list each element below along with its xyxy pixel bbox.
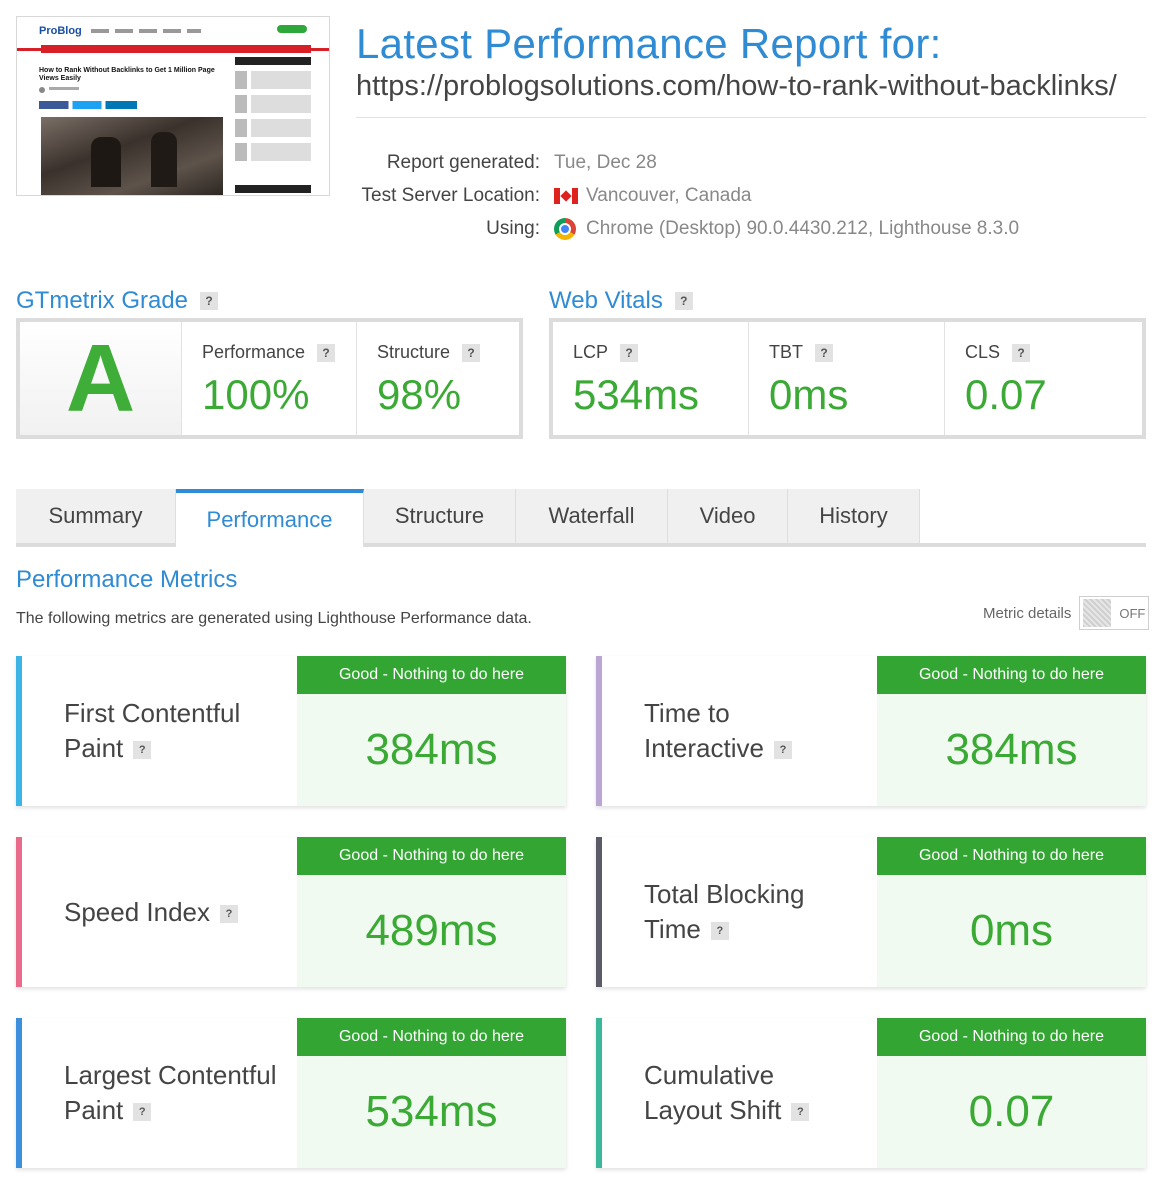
- metric-name-line2: Time: [644, 914, 701, 944]
- help-icon[interactable]: ?: [710, 922, 729, 941]
- tab-waterfall[interactable]: Waterfall: [516, 489, 668, 543]
- using-value: Chrome (Desktop) 90.0.4430.212, Lighthou…: [586, 217, 1020, 239]
- help-icon[interactable]: ?: [317, 343, 336, 362]
- tbt-label: TBT: [769, 342, 803, 362]
- help-icon[interactable]: ?: [791, 1103, 810, 1122]
- lcp-vital: LCP? 534ms: [553, 322, 749, 435]
- metric-value: 534ms: [297, 1056, 566, 1168]
- help-icon[interactable]: ?: [815, 343, 833, 362]
- metric-value: 0ms: [877, 875, 1146, 987]
- tab-history[interactable]: History: [788, 489, 920, 543]
- tbt-value: 0ms: [769, 371, 849, 418]
- thumbnail-share-buttons: [39, 101, 137, 109]
- help-icon[interactable]: ?: [133, 1103, 152, 1122]
- metric-value: 489ms: [297, 875, 566, 987]
- metric-name-line2: Interactive: [644, 733, 764, 763]
- tbt-vital: TBT? 0ms: [749, 322, 945, 435]
- help-icon[interactable]: ?: [620, 343, 639, 362]
- report-tabs: Summary Performance Structure Waterfall …: [16, 489, 1146, 547]
- test-server-value: Vancouver, Canada: [586, 184, 752, 206]
- header-divider: [356, 117, 1146, 118]
- lcp-label: LCP: [573, 342, 609, 362]
- cls-vital: CLS? 0.07: [945, 322, 1142, 435]
- metric-details-label: Metric details: [983, 604, 1072, 622]
- metric-status-badge: Good - Nothing to do here: [297, 1018, 566, 1056]
- help-icon[interactable]: ?: [133, 741, 152, 760]
- metric-card-cumulative-layout-shift: Cumulative Layout Shift? Good - Nothing t…: [596, 1018, 1146, 1168]
- test-server-label: Test Server Location:: [361, 184, 540, 206]
- thumbnail-nav-button: [277, 25, 307, 33]
- metric-value: 0.07: [877, 1056, 1146, 1168]
- metric-card-first-contentful-paint: First Contentful Paint? Good - Nothing to…: [16, 656, 566, 806]
- report-meta: Report generated: Tue, Dec 28 Test Serve…: [300, 146, 1140, 245]
- thumbnail-logo: ProBlog: [39, 25, 82, 37]
- performance-metrics-subtitle: The following metrics are generated usin…: [16, 610, 532, 627]
- thumbnail-nav: [91, 29, 201, 33]
- using-label: Using:: [486, 217, 540, 239]
- canada-flag-icon: [554, 187, 578, 204]
- structure-value: 98%: [377, 371, 462, 418]
- metric-status-badge: Good - Nothing to do here: [877, 1018, 1146, 1056]
- gtmetrix-grade-panel: A Performance? 100% Structure? 98%: [16, 318, 523, 439]
- metric-details-toggle[interactable]: OFF: [1079, 596, 1150, 630]
- metric-name: Time to: [644, 698, 730, 728]
- metric-status-badge: Good - Nothing to do here: [297, 656, 566, 694]
- tab-video[interactable]: Video: [668, 489, 788, 543]
- performance-value: 100%: [202, 371, 310, 418]
- chrome-icon: [554, 217, 576, 240]
- cls-value: 0.07: [965, 371, 1047, 418]
- metric-name: Speed Index: [64, 896, 211, 927]
- help-icon[interactable]: ?: [462, 343, 481, 362]
- metric-status-badge: Good - Nothing to do here: [297, 837, 566, 875]
- help-icon[interactable]: ?: [773, 741, 792, 760]
- metric-name-line2: Paint: [64, 733, 124, 763]
- thumbnail-author-avatar: [39, 87, 45, 93]
- help-icon[interactable]: ?: [674, 292, 693, 310]
- thumbnail-redbar: [41, 45, 311, 53]
- cls-label: CLS: [965, 342, 1001, 362]
- performance-metrics-heading: Performance Metrics: [16, 566, 238, 593]
- performance-label: Performance: [202, 342, 306, 362]
- metric-name-line2: Layout Shift: [644, 1095, 782, 1125]
- help-icon[interactable]: ?: [1012, 343, 1031, 362]
- metric-card-time-to-interactive: Time to Interactive? Good - Nothing to do…: [596, 656, 1146, 806]
- report-title: Latest Performance Report for:: [356, 20, 942, 67]
- thumbnail-author-line: [49, 87, 79, 90]
- report-url[interactable]: https://problogsolutions.com/how-to-rank…: [356, 70, 1136, 103]
- metric-card-total-blocking-time: Total Blocking Time? Good - Nothing to do…: [596, 837, 1146, 987]
- toggle-knob: [1083, 599, 1112, 627]
- metric-status-badge: Good - Nothing to do here: [877, 837, 1146, 875]
- metric-card-speed-index: Speed Index? Good - Nothing to do here 4…: [16, 837, 566, 987]
- metric-card-largest-contentful-paint: Largest Contentful Paint? Good - Nothing …: [16, 1018, 566, 1168]
- metric-name: Cumulative: [644, 1060, 775, 1090]
- structure-score: Structure? 98%: [357, 322, 519, 435]
- help-icon[interactable]: ?: [220, 904, 239, 923]
- performance-score: Performance? 100%: [182, 322, 357, 435]
- metric-name: Total Blocking: [644, 879, 805, 909]
- tab-summary[interactable]: Summary: [16, 489, 176, 543]
- page-screenshot-thumbnail[interactable]: ProBlog How to Rank Without Backlinks to…: [16, 16, 330, 196]
- tab-performance[interactable]: Performance: [176, 489, 364, 547]
- metric-name-line2: Paint: [64, 1095, 124, 1125]
- tab-structure[interactable]: Structure: [364, 489, 516, 543]
- toggle-state: OFF: [1119, 605, 1146, 621]
- report-generated-label: Report generated:: [386, 151, 540, 173]
- metric-name: Largest Contentful: [64, 1060, 277, 1090]
- metric-value: 384ms: [297, 694, 566, 806]
- web-vitals-panel: LCP? 534ms TBT? 0ms CLS? 0.07: [549, 318, 1146, 439]
- thumbnail-article-title: How to Rank Without Backlinks to Get 1 M…: [39, 67, 215, 82]
- structure-label: Structure: [377, 342, 451, 362]
- metric-name: First Contentful: [64, 698, 241, 728]
- lcp-value: 534ms: [573, 371, 700, 418]
- web-vitals-heading: Web Vitals?: [549, 287, 693, 315]
- grade-letter: A: [65, 324, 136, 432]
- thumbnail-photo: [41, 117, 223, 195]
- help-icon[interactable]: ?: [200, 292, 219, 310]
- report-generated-value: Tue, Dec 28: [554, 151, 657, 173]
- metric-status-badge: Good - Nothing to do here: [877, 656, 1146, 694]
- metric-value: 384ms: [877, 694, 1146, 806]
- gtmetrix-grade-heading: GTmetrix Grade?: [16, 287, 219, 315]
- grade-letter-cell: A: [20, 322, 182, 435]
- metric-details-control: Metric details OFF: [983, 596, 1150, 630]
